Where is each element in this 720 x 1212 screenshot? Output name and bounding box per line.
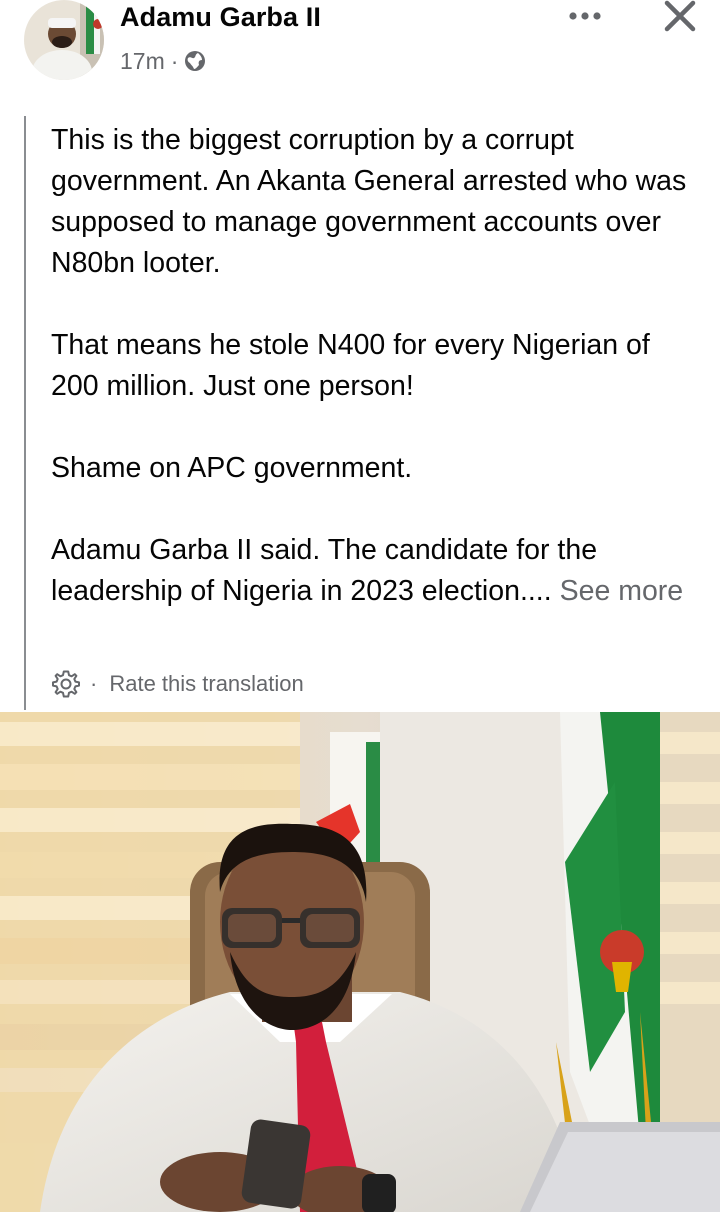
photo-image: [0, 712, 720, 1212]
post-photo[interactable]: [0, 712, 720, 1212]
meta-separator: ·: [170, 47, 179, 74]
rate-translation-link[interactable]: Rate this translation: [109, 671, 303, 697]
see-more-link[interactable]: See more: [560, 575, 684, 607]
post-paragraph-last: Adamu Garba II said. The candidate for t…: [51, 530, 691, 612]
author-avatar[interactable]: [24, 0, 104, 80]
quote-bar: [24, 116, 26, 710]
post-meta: 17m ·: [120, 46, 206, 76]
post-paragraph: That means he stole N400 for every Niger…: [51, 329, 650, 402]
globe-icon[interactable]: [184, 50, 206, 72]
avatar-image: [24, 0, 104, 80]
close-icon[interactable]: [662, 0, 698, 32]
more-options-icon[interactable]: [565, 6, 605, 26]
post-paragraph: Shame on APC government.: [51, 452, 413, 484]
translation-row: · Rate this translation: [50, 666, 304, 702]
post-header: Adamu Garba II 17m ·: [0, 0, 720, 100]
translation-separator: ·: [90, 671, 98, 696]
post-paragraph: This is the biggest corruption by a corr…: [51, 124, 687, 279]
post-time[interactable]: 17m: [120, 48, 165, 75]
gear-icon[interactable]: [50, 668, 82, 700]
post-paragraph-text: Adamu Garba II said. The candidate for t…: [51, 534, 598, 607]
post-body: This is the biggest corruption by a corr…: [0, 112, 720, 710]
author-name[interactable]: Adamu Garba II: [120, 2, 321, 33]
